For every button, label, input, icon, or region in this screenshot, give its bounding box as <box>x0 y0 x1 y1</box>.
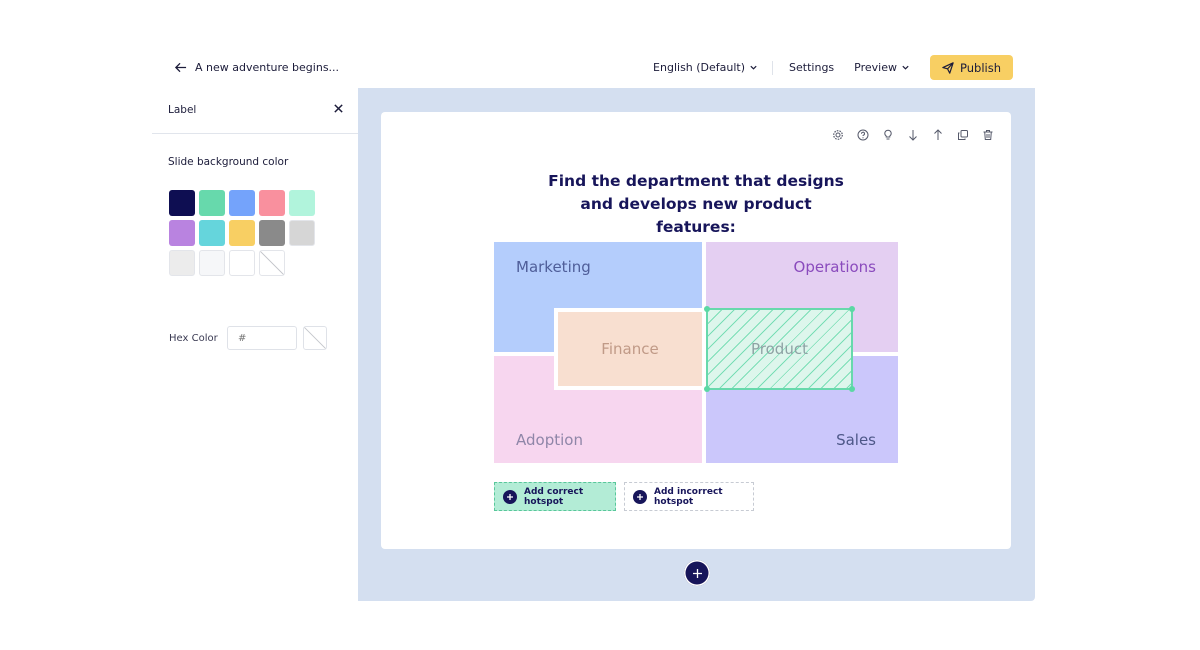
hotspot-buttons: Add correct hotspot Add incorrect hotspo… <box>494 482 754 511</box>
plus-icon <box>503 489 517 504</box>
arrow-down-icon[interactable] <box>906 128 920 142</box>
help-icon[interactable] <box>856 128 870 142</box>
color-swatch[interactable] <box>259 190 285 216</box>
sales-label: Sales <box>836 431 876 449</box>
marketing-label: Marketing <box>516 258 591 276</box>
chevron-down-icon <box>902 65 909 70</box>
add-incorrect-hotspot-button[interactable]: Add incorrect hotspot <box>624 482 754 511</box>
language-dropdown[interactable]: English (Default) <box>639 60 774 75</box>
add-correct-hotspot-button[interactable]: Add correct hotspot <box>494 482 616 511</box>
color-swatches <box>169 190 315 276</box>
arrow-left-icon <box>174 62 187 73</box>
back-button[interactable]: A new adventure begins... <box>174 61 339 74</box>
no-color-swatch[interactable] <box>259 250 285 276</box>
publish-button[interactable]: Publish <box>930 55 1013 80</box>
color-swatch[interactable] <box>199 190 225 216</box>
add-incorrect-label: Add incorrect hotspot <box>654 486 723 507</box>
resize-handle-bottom-left[interactable] <box>704 386 710 392</box>
arrow-up-icon[interactable] <box>931 128 945 142</box>
color-swatch[interactable] <box>229 220 255 246</box>
color-swatch[interactable] <box>199 250 225 276</box>
gear-icon[interactable] <box>831 128 845 142</box>
finance-label: Finance <box>601 340 659 358</box>
duplicate-icon[interactable] <box>956 128 970 142</box>
correct-hotspot-area[interactable]: Product <box>704 306 855 392</box>
slide-canvas: Find the department that designs and dev… <box>358 88 1035 601</box>
operations-label: Operations <box>793 258 876 276</box>
language-label: English (Default) <box>653 61 746 74</box>
slide-toolbar <box>831 128 995 142</box>
hotspot-image[interactable]: Marketing Operations Adoption Sales Fina… <box>494 242 898 463</box>
resize-handle-bottom-right[interactable] <box>849 386 855 392</box>
background-color-heading: Slide background color <box>168 156 289 168</box>
close-icon[interactable] <box>333 103 344 114</box>
resize-handle-top-left[interactable] <box>704 306 710 312</box>
publish-label: Publish <box>960 60 1001 75</box>
plus-icon <box>692 568 702 578</box>
properties-panel: Label Slide background color Hex Color <box>152 88 358 601</box>
editor-app: A new adventure begins... English (Defau… <box>152 48 1035 601</box>
paper-plane-icon <box>942 61 954 74</box>
slide-card[interactable]: Find the department that designs and dev… <box>381 112 1011 549</box>
trash-icon[interactable] <box>981 128 995 142</box>
product-label: Product <box>751 340 808 358</box>
lightbulb-icon[interactable] <box>881 128 895 142</box>
presentation-title: A new adventure begins... <box>195 61 340 74</box>
add-slide-button[interactable] <box>684 560 710 586</box>
adoption-label: Adoption <box>516 431 583 449</box>
hex-color-input[interactable] <box>227 326 297 350</box>
preview-label: Preview <box>854 61 897 74</box>
resize-handle-top-right[interactable] <box>849 306 855 312</box>
add-correct-label: Add correct hotspot <box>524 486 584 507</box>
color-swatch[interactable] <box>229 250 255 276</box>
clear-color-button[interactable] <box>303 326 327 350</box>
color-swatch[interactable] <box>169 250 195 276</box>
hex-color-label: Hex Color <box>169 333 218 344</box>
panel-header: Label <box>152 88 358 134</box>
color-swatch[interactable] <box>289 220 315 246</box>
color-swatch[interactable] <box>169 190 195 216</box>
color-swatch[interactable] <box>169 220 195 246</box>
finance-frame: Finance <box>554 308 706 390</box>
panel-title: Label <box>168 104 197 116</box>
chevron-down-icon <box>750 65 757 70</box>
settings-button[interactable]: Settings <box>773 61 854 74</box>
color-swatch[interactable] <box>289 190 315 216</box>
slide-question[interactable]: Find the department that designs and dev… <box>381 170 1011 239</box>
top-bar: A new adventure begins... English (Defau… <box>152 48 1035 88</box>
color-swatch[interactable] <box>229 190 255 216</box>
plus-icon <box>633 489 647 504</box>
finance-region: Finance <box>558 312 702 386</box>
preview-dropdown[interactable]: Preview <box>854 61 930 74</box>
color-swatch[interactable] <box>199 220 225 246</box>
color-swatch[interactable] <box>259 220 285 246</box>
